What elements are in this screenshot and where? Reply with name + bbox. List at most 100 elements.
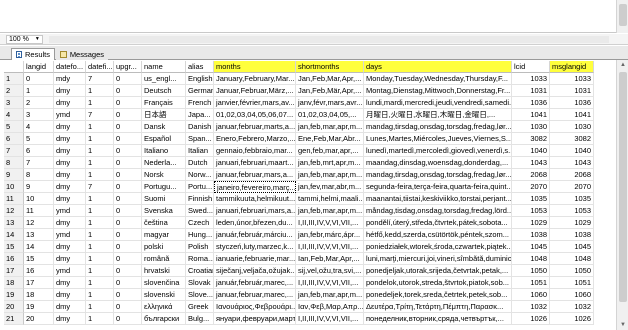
- grid-cell[interactable]: januari,februari,mars,a...: [214, 205, 296, 217]
- grid-cell[interactable]: 1: [86, 217, 114, 229]
- row-number[interactable]: 21: [4, 313, 24, 325]
- grid-cell[interactable]: 1041: [550, 109, 594, 121]
- grid-cell[interactable]: I,II,III,IV,V,VI,VII,...: [296, 241, 364, 253]
- grid-cell[interactable]: 0: [114, 133, 142, 145]
- table-row[interactable]: 4 3 ymd 7 0 日本語 Japa... 01,02,03,04,05,06,07...…: [4, 109, 594, 121]
- row-number[interactable]: 12: [4, 205, 24, 217]
- grid-cell[interactable]: Ian,Feb,Mar,Apr,...: [296, 253, 364, 265]
- grid-cell[interactable]: 3082: [550, 133, 594, 145]
- row-number[interactable]: 20: [4, 301, 24, 313]
- grid-cell[interactable]: English: [186, 73, 214, 85]
- column-header[interactable]: alias: [186, 61, 214, 73]
- grid-cell[interactable]: Januar,Februar,März,...: [214, 85, 296, 97]
- grid-cell[interactable]: 1030: [512, 121, 550, 133]
- grid-cell[interactable]: ymd: [54, 109, 86, 121]
- column-header[interactable]: shortmonths: [296, 61, 364, 73]
- column-header[interactable]: lcid: [512, 61, 550, 73]
- grid-cell[interactable]: 1033: [512, 73, 550, 85]
- grid-cell[interactable]: 17: [24, 277, 54, 289]
- grid-cell[interactable]: German: [186, 85, 214, 97]
- grid-cell[interactable]: български: [142, 313, 186, 325]
- grid-cell[interactable]: 1: [86, 205, 114, 217]
- grid-cell[interactable]: dmy: [54, 193, 86, 205]
- grid-cell[interactable]: slovenčina: [142, 277, 186, 289]
- grid-cell[interactable]: 2070: [512, 181, 550, 193]
- grid-cell[interactable]: 0: [114, 73, 142, 85]
- grid-cell[interactable]: 1: [86, 253, 114, 265]
- grid-cell[interactable]: mandag,tirsdag,onsdag,torsdag,fredag,lør…: [364, 169, 512, 181]
- grid-cell[interactable]: 4: [24, 121, 54, 133]
- grid-cell[interactable]: Swed...: [186, 205, 214, 217]
- column-header[interactable]: msglangid: [550, 61, 594, 73]
- grid-cell[interactable]: magyar: [142, 229, 186, 241]
- grid-cell[interactable]: 2: [24, 97, 54, 109]
- grid-cell[interactable]: 10: [24, 193, 54, 205]
- grid-cell[interactable]: 1: [86, 145, 114, 157]
- table-row[interactable]: 10 9 dmy 7 0 Portugu... Portu... janeiro,fevere…: [4, 181, 594, 193]
- grid-cell[interactable]: 1: [86, 301, 114, 313]
- grid-cell[interactable]: segunda-feira,terça-feira,quarta-feira,q…: [364, 181, 512, 193]
- grid-cell[interactable]: 1035: [550, 193, 594, 205]
- grid-cell[interactable]: dmy: [54, 253, 86, 265]
- grid-cell[interactable]: lunedì,martedì,mercoledì,giovedì,venerdì…: [364, 145, 512, 157]
- column-header[interactable]: days: [364, 61, 512, 73]
- grid-cell[interactable]: Greek: [186, 301, 214, 313]
- grid-cell[interactable]: 9: [24, 181, 54, 193]
- grid-cell[interactable]: 0: [114, 145, 142, 157]
- grid-cell[interactable]: 1: [86, 169, 114, 181]
- grid-cell[interactable]: 13: [24, 229, 54, 241]
- grid-cell[interactable]: 1032: [550, 301, 594, 313]
- grid-cell[interactable]: română: [142, 253, 186, 265]
- grid-cell[interactable]: 0: [114, 265, 142, 277]
- grid-cell[interactable]: styczeń,luty,marzec,k...: [214, 241, 296, 253]
- grid-cell[interactable]: Hung...: [186, 229, 214, 241]
- grid-cell[interactable]: 1048: [550, 253, 594, 265]
- grid-cell[interactable]: 14: [24, 241, 54, 253]
- grid-cell[interactable]: 0: [114, 121, 142, 133]
- grid-cell[interactable]: 1026: [550, 313, 594, 325]
- grid-cell[interactable]: Polish: [186, 241, 214, 253]
- grid-cell[interactable]: 5: [24, 133, 54, 145]
- table-row[interactable]: 14 13 ymd 1 0 magyar Hung... január,február,már…: [4, 229, 594, 241]
- grid-cell[interactable]: 1051: [550, 277, 594, 289]
- grid-cell[interactable]: 0: [114, 169, 142, 181]
- grid-cell[interactable]: Span...: [186, 133, 214, 145]
- grid-cell[interactable]: maanantai,tiistai,keskiviikko,torstai,pe…: [364, 193, 512, 205]
- grid-cell[interactable]: hrvatski: [142, 265, 186, 277]
- grid-cell[interactable]: Ιαν,Φεβ,Μαρ,Απρ...: [296, 301, 364, 313]
- column-header[interactable]: langid: [24, 61, 54, 73]
- grid-cell[interactable]: I,II,III,IV,V,VI,VII,...: [296, 313, 364, 325]
- grid-cell[interactable]: Roma...: [186, 253, 214, 265]
- grid-cell[interactable]: jan,fev,mar,abr,m...: [296, 181, 364, 193]
- grid-cell[interactable]: 0: [114, 181, 142, 193]
- grid-cell[interactable]: polski: [142, 241, 186, 253]
- grid-cell[interactable]: 3082: [512, 133, 550, 145]
- grid-cell[interactable]: 1043: [512, 157, 550, 169]
- grid-cell[interactable]: ianuarie,februarie,mar...: [214, 253, 296, 265]
- grid-cell[interactable]: janv,févr,mars,avr...: [296, 97, 364, 109]
- grid-cell[interactable]: 1053: [550, 205, 594, 217]
- grid-cell[interactable]: Nederla...: [142, 157, 186, 169]
- grid-cell[interactable]: 0: [114, 241, 142, 253]
- grid-cell[interactable]: dmy: [54, 121, 86, 133]
- grid-cell[interactable]: 6: [24, 145, 54, 157]
- row-number[interactable]: 4: [4, 109, 24, 121]
- grid-cell[interactable]: Français: [142, 97, 186, 109]
- grid-cell[interactable]: ymd: [54, 265, 86, 277]
- grid-cell[interactable]: us_engl...: [142, 73, 186, 85]
- grid-cell[interactable]: Dutch: [186, 157, 214, 169]
- grid-cell[interactable]: ymd: [54, 205, 86, 217]
- grid-cell[interactable]: Svenska: [142, 205, 186, 217]
- grid-corner[interactable]: [4, 61, 24, 73]
- column-header[interactable]: datefo...: [54, 61, 86, 73]
- grid-cell[interactable]: januari,februari,maart...: [214, 157, 296, 169]
- grid-cell[interactable]: 16: [24, 265, 54, 277]
- grid-cell[interactable]: Ιανουάριος,Φεβρουάρι...: [214, 301, 296, 313]
- grid-cell[interactable]: mandag,tirsdag,onsdag,torsdag,fredag,lør…: [364, 121, 512, 133]
- column-header[interactable]: months: [214, 61, 296, 73]
- grid-cell[interactable]: ponedjeljak,utorak,srijeda,četvrtak,peta…: [364, 265, 512, 277]
- column-header[interactable]: name: [142, 61, 186, 73]
- grid-cell[interactable]: 3: [24, 109, 54, 121]
- row-number[interactable]: 18: [4, 277, 24, 289]
- grid-cell[interactable]: január,február,marec,...: [214, 277, 296, 289]
